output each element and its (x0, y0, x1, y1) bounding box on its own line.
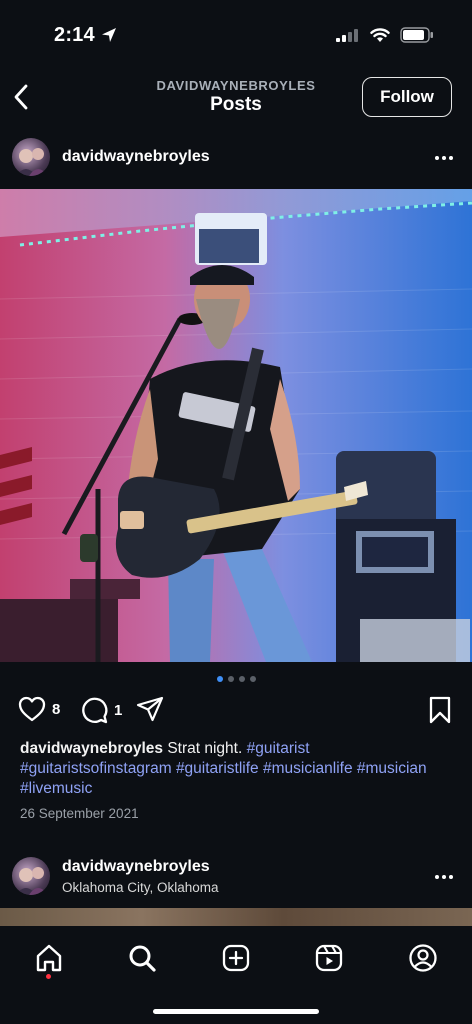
more-dot (449, 875, 453, 879)
more-dot (442, 156, 446, 160)
avatar-image (16, 148, 48, 176)
comment-count[interactable]: 1 (114, 702, 122, 719)
avatar[interactable] (12, 138, 50, 176)
hashtag[interactable]: #guitaristlife (176, 760, 259, 777)
more-options-button[interactable] (432, 148, 456, 168)
carousel-dot (249, 676, 256, 682)
next-post-username[interactable]: davidwaynebroyles (62, 858, 210, 876)
search-icon (129, 945, 156, 972)
avatar[interactable] (12, 857, 50, 895)
post-username[interactable]: davidwaynebroyles (62, 148, 210, 166)
follow-button[interactable]: Follow (362, 77, 452, 117)
notification-dot (46, 974, 51, 979)
nav-header: DAVIDWAYNEBROYLES Posts Follow (0, 70, 472, 126)
home-indicator (153, 1009, 319, 1014)
guitarist-photo (0, 189, 472, 662)
hashtag[interactable]: #livemusic (20, 780, 92, 797)
hashtag[interactable]: #guitaristsofinstagram (20, 760, 172, 777)
cellular-signal-icon (336, 29, 358, 42)
tab-create[interactable] (216, 938, 256, 978)
bookmark-icon[interactable] (428, 696, 452, 724)
more-dot (435, 156, 439, 160)
next-post-header: davidwaynebroyles Oklahoma City, Oklahom… (0, 855, 472, 899)
more-dot (449, 156, 453, 160)
location-arrow-icon (102, 28, 116, 42)
carousel-dot (238, 676, 245, 682)
more-dot (442, 875, 446, 879)
avatar-image (16, 867, 48, 895)
share-group (136, 696, 164, 722)
battery-icon (400, 27, 433, 43)
save-group (428, 696, 452, 724)
status-time: 2:14 (54, 24, 95, 46)
caption-username[interactable]: davidwaynebroyles (20, 740, 163, 757)
more-dot (435, 875, 439, 879)
like-count[interactable]: 8 (52, 701, 60, 718)
tab-reels[interactable] (309, 938, 349, 978)
comment-icon[interactable] (80, 696, 108, 724)
next-post-image[interactable] (0, 908, 472, 926)
share-icon[interactable] (136, 696, 164, 722)
post-date: 26 September 2021 (20, 806, 139, 821)
carousel-dot (227, 676, 234, 682)
profile-icon (409, 944, 437, 972)
more-options-button[interactable] (432, 867, 456, 887)
next-post-location[interactable]: Oklahoma City, Oklahoma (62, 880, 219, 895)
post-actions: 8 1 (0, 694, 472, 728)
comment-group: 1 (80, 696, 122, 724)
status-bar: 2:14 (0, 0, 472, 70)
hashtag[interactable]: #musicianlife (263, 760, 353, 777)
reels-icon (315, 944, 343, 972)
post-header: davidwaynebroyles (0, 136, 472, 180)
heart-icon[interactable] (18, 696, 46, 722)
tab-search[interactable] (122, 938, 162, 978)
post-image[interactable] (0, 189, 472, 662)
post-caption: davidwaynebroyles Strat night. #guitaris… (20, 739, 460, 799)
carousel-indicator (0, 676, 472, 682)
wifi-icon (370, 27, 390, 42)
hashtag[interactable]: #musician (357, 760, 427, 777)
home-icon (36, 944, 62, 972)
like-group: 8 (18, 696, 60, 722)
hashtag[interactable]: #guitarist (247, 740, 310, 757)
carousel-dot-active (216, 676, 223, 682)
tab-home[interactable] (29, 938, 69, 978)
create-icon (222, 944, 250, 972)
caption-text: Strat night. (167, 740, 243, 757)
tab-profile[interactable] (403, 938, 443, 978)
tab-bar (0, 926, 472, 1024)
